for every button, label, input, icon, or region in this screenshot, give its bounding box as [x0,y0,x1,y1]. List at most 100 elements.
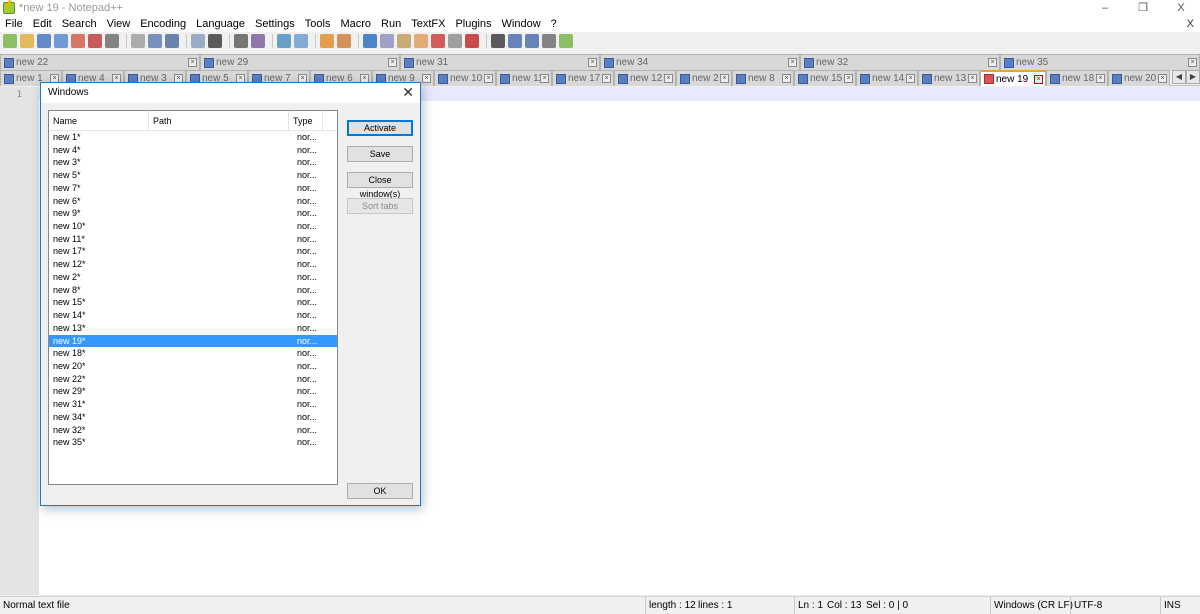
tab-close-icon[interactable]: × [988,58,997,67]
list-item[interactable]: new 12* nor... [49,258,337,271]
tab-close-icon[interactable]: × [1096,74,1105,83]
run-macro-multiple-icon[interactable] [542,34,556,48]
menu-search[interactable]: Search [57,16,102,32]
word-wrap-icon[interactable] [363,34,377,48]
close-all-icon[interactable] [88,34,102,48]
sync-horizontal-icon[interactable] [337,34,351,48]
replace-icon[interactable] [251,34,265,48]
tab-close-icon[interactable]: × [1188,58,1197,67]
list-item[interactable]: new 7* nor... [49,182,337,195]
print-icon[interactable] [105,34,119,48]
indent-guide-icon[interactable] [397,34,411,48]
list-item[interactable]: new 13* nor... [49,322,337,335]
save-button[interactable]: Save [347,146,413,162]
show-all-chars-icon[interactable] [380,34,394,48]
tab-close-icon[interactable]: × [602,74,611,83]
tab-new-15[interactable]: new 15 × [794,70,856,86]
menu-encoding[interactable]: Encoding [135,16,191,32]
menu-tools[interactable]: Tools [300,16,336,32]
list-item[interactable]: new 3* nor... [49,156,337,169]
tab-close-icon[interactable]: × [664,74,673,83]
close-document-button[interactable]: X [1187,16,1194,32]
menu-edit[interactable]: Edit [28,16,57,32]
tab-close-icon[interactable]: × [588,58,597,67]
menu-settings[interactable]: Settings [250,16,300,32]
close-icon[interactable] [71,34,85,48]
tab-new-14[interactable]: new 14 × [856,70,918,86]
tab-close-icon[interactable]: × [788,58,797,67]
tab-close-icon[interactable]: × [720,74,729,83]
tab-close-icon[interactable]: × [1034,75,1043,84]
find-icon[interactable] [234,34,248,48]
tab-close-icon[interactable]: × [188,58,197,67]
save-macro-icon[interactable] [559,34,573,48]
list-item[interactable]: new 19* nor... [49,334,337,348]
zoom-out-icon[interactable] [294,34,308,48]
list-item[interactable]: new 2* nor... [49,271,337,284]
list-item[interactable]: new 34* nor... [49,411,337,424]
tab-new-18[interactable]: new 18 × [1046,70,1108,86]
dialog-close-icon[interactable]: ✕ [402,84,414,100]
list-item[interactable]: new 4* nor... [49,144,337,157]
list-item[interactable]: new 17* nor... [49,245,337,258]
tab-new-17[interactable]: new 17 × [552,70,614,86]
play-macro-icon[interactable] [525,34,539,48]
list-item[interactable]: new 20* nor... [49,360,337,373]
tab-new-11[interactable]: new 11 × [496,70,552,86]
tab-new-31[interactable]: new 31 × [400,54,600,70]
save-all-icon[interactable] [54,34,68,48]
menu-plugins[interactable]: Plugins [450,16,496,32]
zoom-in-icon[interactable] [277,34,291,48]
menu-window[interactable]: Window [497,16,546,32]
status-insert-mode[interactable]: INS [1160,597,1181,614]
tab-scroll-left-icon[interactable]: ◀ [1172,70,1186,84]
monitor-icon[interactable] [465,34,479,48]
status-eol[interactable]: Windows (CR LF) [990,597,1073,614]
menu-view[interactable]: View [102,16,136,32]
tab-close-icon[interactable]: × [906,74,915,83]
menu-language[interactable]: Language [191,16,250,32]
column-header-name[interactable]: Name [49,111,149,131]
open-file-icon[interactable] [20,34,34,48]
tab-new-12[interactable]: new 12 × [614,70,676,86]
tab-close-icon[interactable]: × [540,74,549,83]
tab-scroll-right-icon[interactable]: ▶ [1186,70,1200,84]
tab-new-20[interactable]: new 20 × [1108,70,1170,86]
ok-button[interactable]: OK [347,483,413,499]
record-macro-icon[interactable] [491,34,505,48]
cut-icon[interactable] [131,34,145,48]
activate-button[interactable]: Activate [347,120,413,136]
tab-close-icon[interactable]: × [968,74,977,83]
menu-macro[interactable]: Macro [335,16,376,32]
tab-close-icon[interactable]: × [388,58,397,67]
list-item[interactable]: new 9* nor... [49,207,337,220]
tab-new-2[interactable]: new 2 × [676,70,732,86]
tab-new-19[interactable]: new 19 × [980,70,1046,86]
tab-close-icon[interactable]: × [484,74,493,83]
list-item[interactable]: new 22* nor... [49,373,337,386]
menu-help[interactable]: ? [546,16,562,32]
list-item[interactable]: new 14* nor... [49,309,337,322]
list-item[interactable]: new 32* nor... [49,424,337,437]
tab-new-35[interactable]: new 35 × [1000,54,1200,70]
windows-list[interactable]: Name Path Type new 1* nor... new 4* nor... n… [48,110,338,485]
tab-new-8[interactable]: new 8 × [732,70,794,86]
list-item[interactable]: new 5* nor... [49,169,337,182]
redo-icon[interactable] [208,34,222,48]
list-item[interactable]: new 29* nor... [49,385,337,398]
column-header-type[interactable]: Type [289,111,323,131]
new-file-icon[interactable] [3,34,17,48]
menu-textfx[interactable]: TextFX [406,16,450,32]
tab-new-34[interactable]: new 34 × [600,54,800,70]
list-item[interactable]: new 10* nor... [49,220,337,233]
restore-button[interactable]: ❐ [1124,0,1162,16]
list-item[interactable]: new 31* nor... [49,398,337,411]
doc-map-icon[interactable] [414,34,428,48]
menu-run[interactable]: Run [376,16,406,32]
list-item[interactable]: new 15* nor... [49,296,337,309]
tab-close-icon[interactable]: × [844,74,853,83]
save-icon[interactable] [37,34,51,48]
tab-new-22[interactable]: new 22 × [0,54,200,70]
copy-icon[interactable] [148,34,162,48]
tab-new-29[interactable]: new 29 × [200,54,400,70]
